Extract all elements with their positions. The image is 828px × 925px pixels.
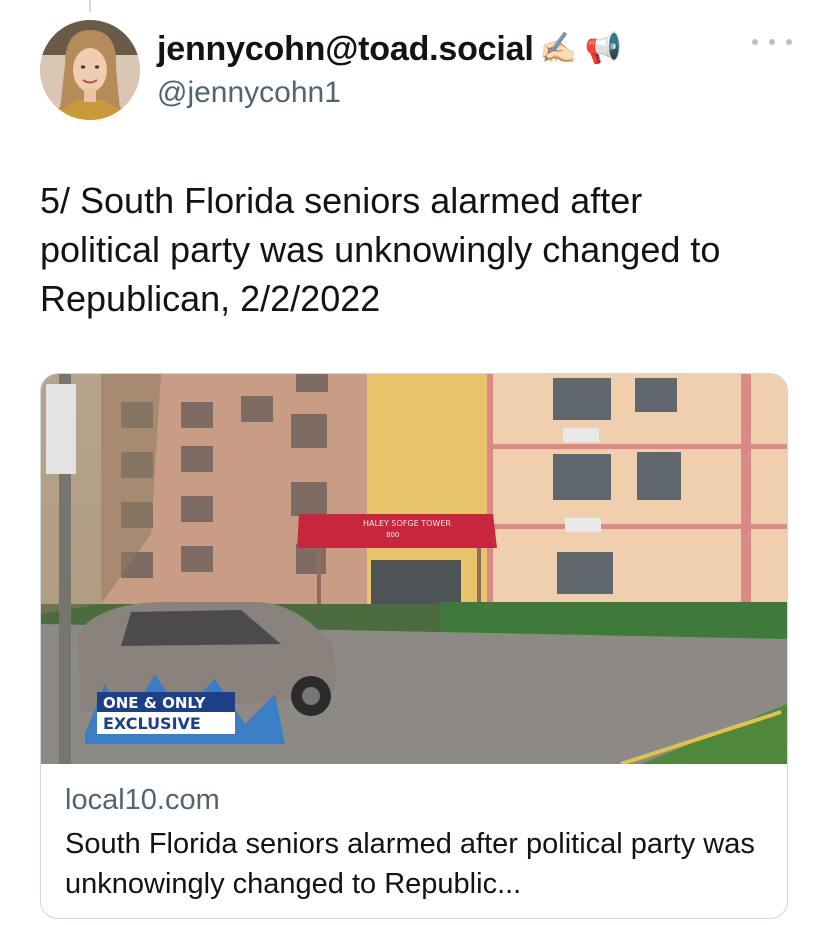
more-options-icon[interactable] xyxy=(752,30,792,54)
news-photo-image[interactable]: HALEY SOFGE TOWER 800 ONE & ONLY EXCLUSI… xyxy=(41,374,787,764)
author-display-name[interactable]: jennycohn@toad.social ✍🏻 📢 xyxy=(157,30,622,69)
more-dot xyxy=(769,39,775,45)
link-domain: local10.com xyxy=(65,784,220,816)
link-card-meta[interactable]: local10.com South Florida seniors alarme… xyxy=(65,782,765,904)
profile-photo-icon xyxy=(40,20,140,120)
more-dot xyxy=(786,39,792,45)
link-preview-card[interactable]: HALEY SOFGE TOWER 800 ONE & ONLY EXCLUSI… xyxy=(40,373,788,919)
writing-hand-megaphone-emoji: ✍🏻 📢 xyxy=(539,32,623,65)
building-sign-text: HALEY SOFGE TOWER xyxy=(363,519,451,528)
author-handle[interactable]: @jennycohn1 xyxy=(157,76,341,110)
more-dot xyxy=(752,39,758,45)
building-sign-number: 800 xyxy=(386,531,399,539)
author-display-name-text: jennycohn@toad.social xyxy=(157,30,534,68)
link-title: South Florida seniors alarmed after poli… xyxy=(65,828,755,900)
avatar[interactable] xyxy=(40,20,140,120)
thread-connector-line xyxy=(89,0,91,12)
tweet-text: 5/ South Florida seniors alarmed after p… xyxy=(40,180,721,319)
badge-line1: ONE & ONLY xyxy=(103,694,207,712)
badge-line2: EXCLUSIVE xyxy=(103,714,201,733)
